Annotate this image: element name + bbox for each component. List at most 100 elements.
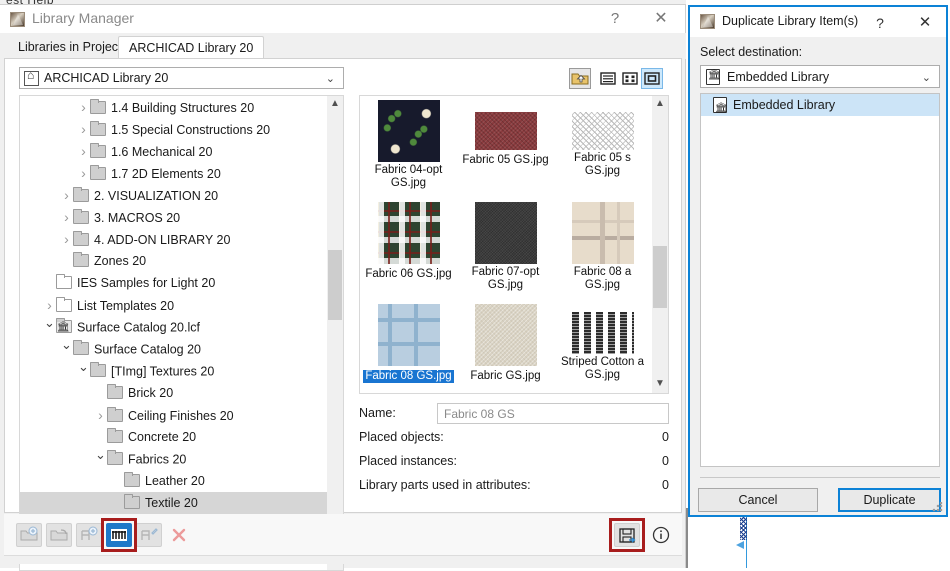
tree-item[interactable]: Leather 20 xyxy=(20,470,328,492)
new-folder-button[interactable] xyxy=(46,523,72,547)
library-parts-attributes-value: 0 xyxy=(662,478,669,492)
resize-grip[interactable] xyxy=(932,502,943,513)
library-parts-attributes-label: Library parts used in attributes: xyxy=(359,478,531,492)
thumbnail-item[interactable]: Fabric 07-opt GS.jpg xyxy=(457,198,554,300)
chevron-down-icon[interactable] xyxy=(77,360,90,384)
tree-item[interactable]: Ceiling Finishes 20 xyxy=(20,404,328,426)
tree-item-label: 4. ADD-ON LIBRARY 20 xyxy=(94,232,231,247)
tree-item[interactable]: 4. ADD-ON LIBRARY 20 xyxy=(20,228,328,250)
thumbnail-item[interactable]: Striped Cotton a GS.jpg xyxy=(554,300,651,393)
tree-item-label: 1.4 Building Structures 20 xyxy=(111,100,255,115)
close-icon[interactable]: ✕ xyxy=(639,5,683,33)
tree-item-label: Brick 20 xyxy=(128,386,174,400)
list-item-label: Embedded Library xyxy=(733,98,836,112)
scroll-down-icon[interactable]: ▼ xyxy=(652,376,668,393)
help-button[interactable]: ? xyxy=(868,12,892,34)
tree-item[interactable]: Surface Catalog 20.lcf xyxy=(20,316,328,340)
tree-item[interactable]: [TImg] Textures 20 xyxy=(20,360,328,382)
tree-item[interactable]: List Templates 20 xyxy=(20,294,328,316)
cancel-button[interactable]: Cancel xyxy=(698,488,818,512)
tree-item-label: IES Samples for Light 20 xyxy=(77,276,216,290)
add-object-button[interactable] xyxy=(76,523,102,547)
tab-archicad-library-20[interactable]: ARCHICAD Library 20 xyxy=(118,36,265,59)
thumbnail-item[interactable]: Fabric 08 a GS.jpg xyxy=(554,198,651,300)
thumbnail-caption: Fabric 04-opt GS.jpg xyxy=(374,164,443,189)
tree-item[interactable]: Textile 20 xyxy=(20,492,328,514)
folder-closed-icon xyxy=(107,384,123,399)
thumbnail-item[interactable]: Fabric 05 GS.jpg xyxy=(457,96,554,198)
tree-vertical-scrollbar[interactable]: ▲ ▼ xyxy=(327,96,343,570)
library-select-value: ARCHICAD Library 20 xyxy=(44,71,169,85)
duplicate-button[interactable]: Duplicate xyxy=(838,488,941,512)
destination-list[interactable]: Embedded Library xyxy=(700,93,940,467)
tree-item[interactable]: 3. MACROS 20 xyxy=(20,206,328,228)
tree-item[interactable]: Surface Catalog 20 xyxy=(20,338,328,360)
thumbnail-caption: Fabric 05 GS.jpg xyxy=(462,154,549,166)
folder-plain-icon xyxy=(56,274,72,289)
list-item[interactable]: Embedded Library xyxy=(701,94,939,120)
placed-objects-row: Placed objects: 0 xyxy=(359,427,671,451)
tree-item-label: Ceiling Finishes 20 xyxy=(128,408,234,423)
folder-closed-icon xyxy=(90,362,106,378)
folder-closed-icon xyxy=(124,472,140,487)
list-view-button[interactable] xyxy=(597,68,619,89)
thumbnail-item[interactable]: Fabric 08 GS.jpg xyxy=(360,300,457,393)
thumbnail-item[interactable]: Fabric 04-opt GS.jpg xyxy=(360,96,457,198)
folder-closed-icon xyxy=(73,186,89,202)
tree-item[interactable]: 2. VISUALIZATION 20 xyxy=(20,184,328,206)
tree-item[interactable]: 1.5 Special Constructions 20 xyxy=(20,118,328,140)
edit-object-button[interactable] xyxy=(136,523,162,547)
chevron-down-icon[interactable] xyxy=(60,338,73,362)
tree-item[interactable]: Concrete 20 xyxy=(20,426,328,448)
close-icon[interactable]: ✕ xyxy=(912,12,938,34)
tree-item[interactable]: 1.4 Building Structures 20 xyxy=(20,96,328,118)
tree-item[interactable]: Fabrics 20 xyxy=(20,448,328,470)
tab-libraries-in-project[interactable]: Libraries in Project xyxy=(8,36,132,59)
tree-item-label: Leather 20 xyxy=(145,474,205,488)
details-view-button[interactable] xyxy=(619,68,641,89)
scrollbar-thumb[interactable] xyxy=(328,250,342,320)
tree-item-label: 1.7 2D Elements 20 xyxy=(111,166,221,181)
thumbnail-caption: Fabric 08 GS.jpg xyxy=(363,370,454,383)
thumbnail-item[interactable]: Fabric GS.jpg xyxy=(457,300,554,393)
delete-button[interactable] xyxy=(166,523,192,547)
scroll-up-icon[interactable]: ▲ xyxy=(652,96,668,113)
chevron-down-icon[interactable] xyxy=(94,448,107,472)
folder-closed-icon xyxy=(73,230,89,246)
destination-select-dropdown[interactable]: Embedded Library ⌄ xyxy=(700,65,940,88)
grid-vertical-scrollbar[interactable]: ▲ ▼ xyxy=(652,96,668,393)
embedded-library-icon xyxy=(713,97,728,120)
library-tree-panel[interactable]: 1.4 Building Structures 20 1.5 Special Co… xyxy=(19,95,344,571)
thumbnail-image xyxy=(474,304,537,366)
thumbnail-image xyxy=(377,202,440,264)
help-button[interactable]: ? xyxy=(593,5,637,33)
library-manager-window: Library Manager ? ✕ Libraries in Project… xyxy=(0,4,686,571)
thumbnail-caption: Fabric 06 GS.jpg xyxy=(365,268,452,280)
info-button[interactable] xyxy=(648,523,674,547)
library-thumbnail-grid[interactable]: Fabric 04-opt GS.jpg Fabric 05 GS.jpg Fabr… xyxy=(359,95,669,394)
tree-item[interactable]: Brick 20 xyxy=(20,382,328,404)
thumbnail-grid-inner: Fabric 04-opt GS.jpg Fabric 05 GS.jpg Fabr… xyxy=(360,96,653,393)
add-library-button[interactable] xyxy=(16,523,42,547)
select-destination-label: Select destination: xyxy=(700,45,803,59)
duplicate-library-items-dialog: Duplicate Library Item(s) ? ✕ Select des… xyxy=(688,5,948,517)
tree-item-label: Concrete 20 xyxy=(128,430,197,444)
chevron-down-icon[interactable] xyxy=(43,316,56,340)
library-select-dropdown[interactable]: ARCHICAD Library 20 ⌄ xyxy=(19,67,344,89)
go-up-folder-button[interactable] xyxy=(569,68,591,89)
scrollbar-thumb[interactable] xyxy=(653,246,667,308)
folder-closed-icon xyxy=(90,98,106,114)
cad-marker-arrow xyxy=(736,541,744,549)
thumbnail-item[interactable]: Fabric 05 s GS.jpg xyxy=(554,96,651,198)
tree-item[interactable]: 1.6 Mechanical 20 xyxy=(20,140,328,162)
folder-closed-icon xyxy=(73,340,89,356)
scroll-up-icon[interactable]: ▲ xyxy=(327,96,343,113)
thumbnail-item[interactable]: Fabric 06 GS.jpg xyxy=(360,198,457,300)
tree-item-label: 3. MACROS 20 xyxy=(94,210,181,225)
tree-item[interactable]: Zones 20 xyxy=(20,250,328,272)
name-field[interactable]: Fabric 08 GS xyxy=(437,403,669,424)
tree-item[interactable]: 1.7 2D Elements 20 xyxy=(20,162,328,184)
large-icons-view-button[interactable] xyxy=(641,68,663,89)
tree-item[interactable]: IES Samples for Light 20 xyxy=(20,272,328,294)
tree-item-label: Surface Catalog 20.lcf xyxy=(77,320,200,335)
